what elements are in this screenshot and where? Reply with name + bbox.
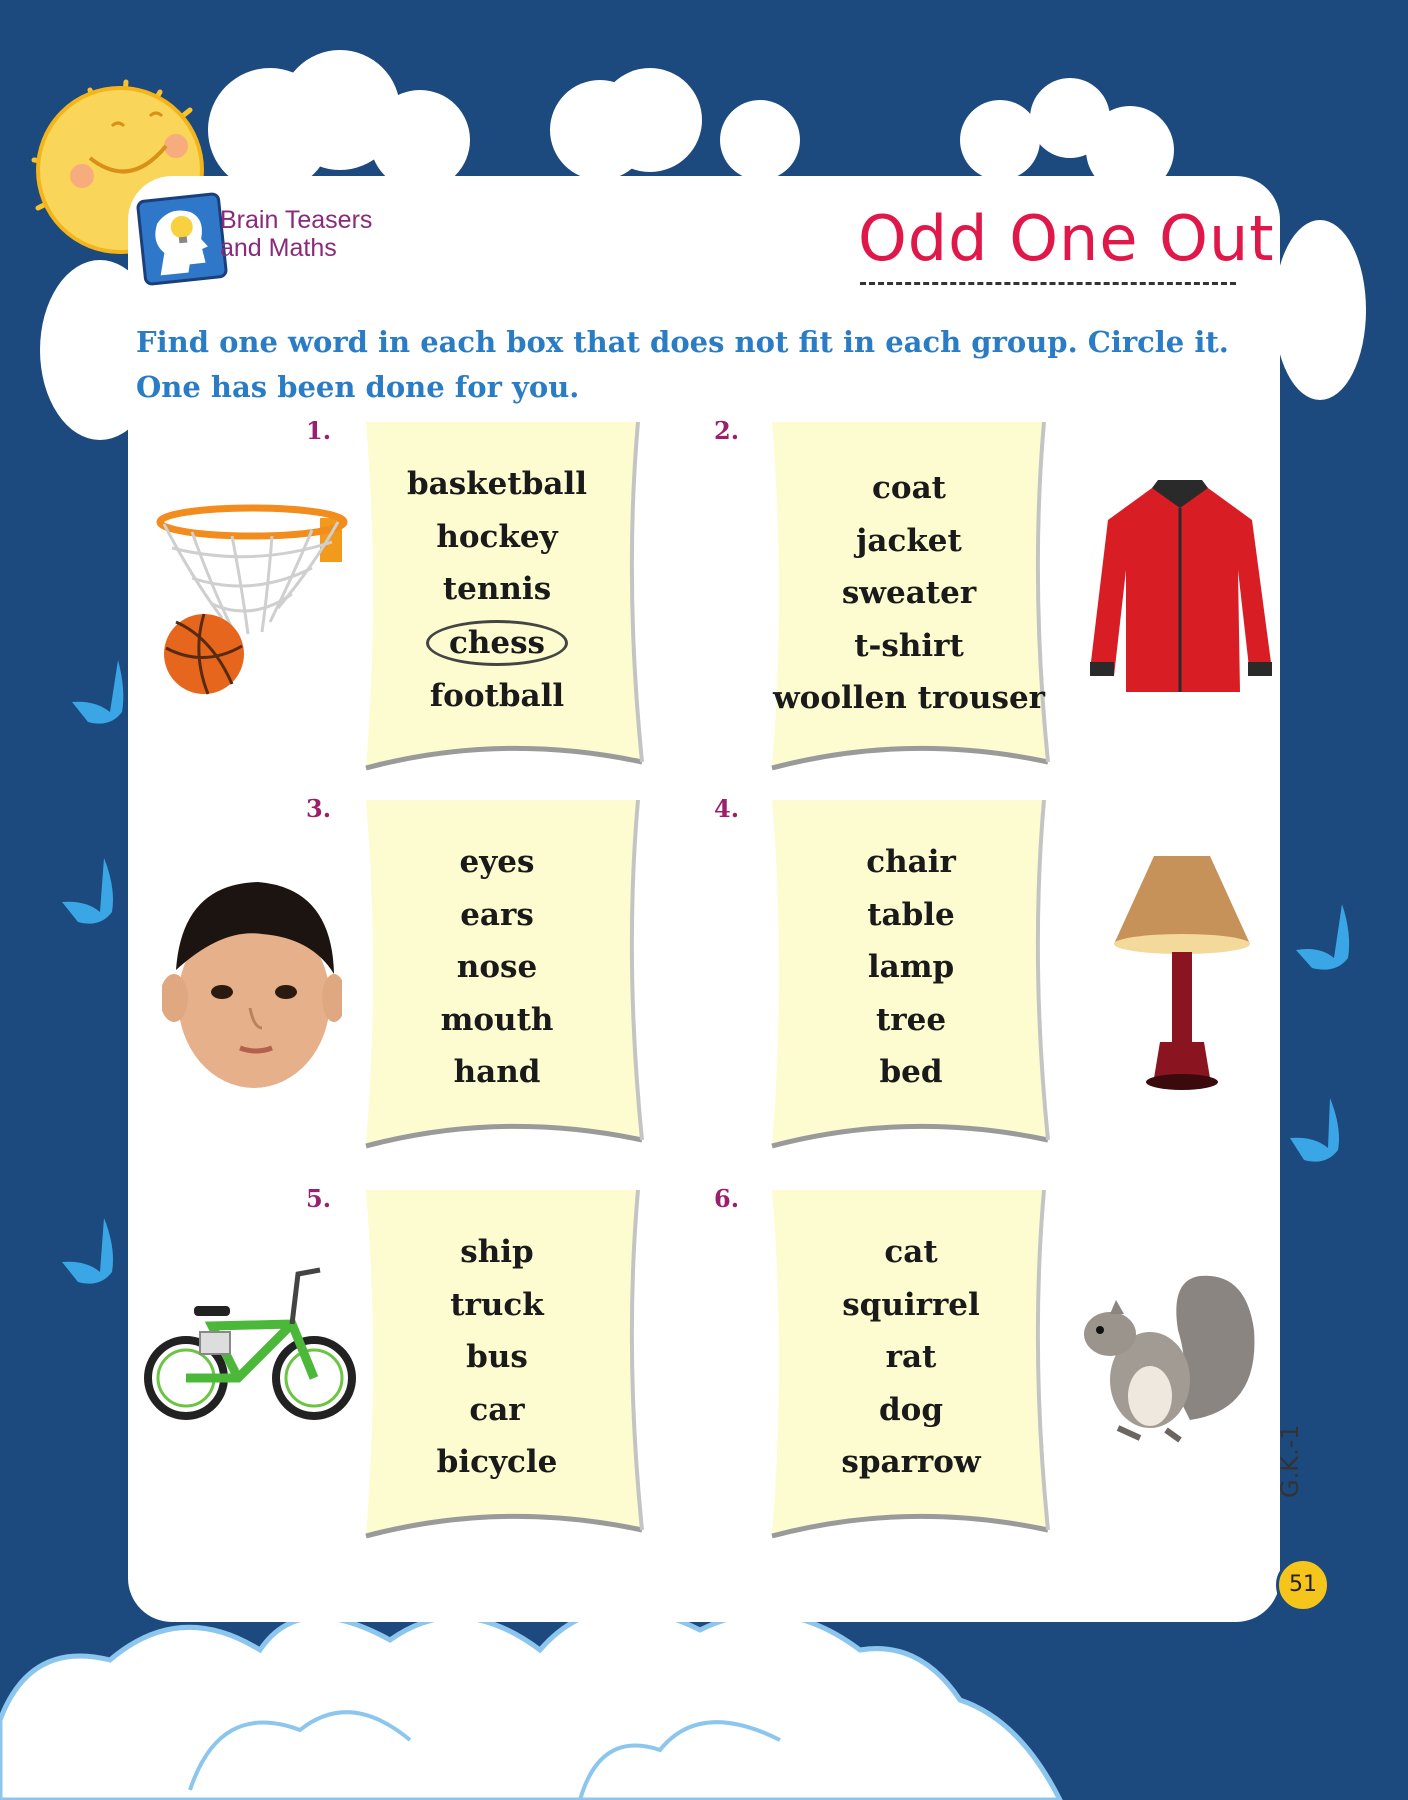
word-item[interactable]: squirrel xyxy=(768,1279,1054,1332)
word-item[interactable]: bed xyxy=(768,1046,1054,1099)
bottom-clouds xyxy=(0,1606,1063,1800)
series-label: G.K.-1 xyxy=(1276,1424,1304,1498)
word-item[interactable]: lamp xyxy=(768,941,1054,994)
box-number: 6. xyxy=(714,1184,740,1213)
word-item[interactable]: hand xyxy=(362,1046,632,1099)
word-item[interactable]: ship xyxy=(362,1226,632,1279)
squirrel-icon xyxy=(1084,1275,1255,1443)
word-item[interactable]: table xyxy=(768,889,1054,942)
word-list: eyes ears nose mouth hand xyxy=(362,836,632,1099)
brain-teasers-logo xyxy=(135,191,229,287)
word-item[interactable]: truck xyxy=(362,1279,632,1332)
word-item[interactable]: rat xyxy=(768,1331,1054,1384)
head-bulb-icon xyxy=(155,210,208,276)
page-title: Odd One Out xyxy=(858,202,1275,275)
word-item[interactable]: football xyxy=(362,670,632,723)
bicycle-icon xyxy=(144,1267,356,1420)
word-box-3: eyes ears nose mouth hand xyxy=(362,800,658,1152)
word-item[interactable]: t-shirt xyxy=(768,620,1050,673)
word-item[interactable]: hockey xyxy=(362,511,632,564)
word-item[interactable]: bus xyxy=(362,1331,632,1384)
box-number: 4. xyxy=(714,794,740,823)
badge-text: Brain Teasers and Maths xyxy=(220,206,373,262)
word-item[interactable]: bicycle xyxy=(362,1436,632,1489)
circled-word[interactable]: chess xyxy=(425,619,569,666)
basketball-hoop-icon xyxy=(156,504,348,695)
box-number: 3. xyxy=(306,794,332,823)
word-box-5: ship truck bus car bicycle xyxy=(362,1190,658,1542)
box-number: 5. xyxy=(306,1184,332,1213)
title-underline xyxy=(860,282,1236,285)
word-item[interactable]: chair xyxy=(768,836,1054,889)
word-box-1: basketball hockey tennis chess football xyxy=(362,422,658,774)
word-item[interactable]: cat xyxy=(768,1226,1054,1279)
word-box-2: coat jacket sweater t-shirt woollen trou… xyxy=(768,422,1064,774)
word-box-4: chair table lamp tree bed xyxy=(768,800,1064,1152)
child-face-icon xyxy=(162,882,342,1088)
word-item[interactable]: car xyxy=(362,1384,632,1437)
word-item[interactable]: sweater xyxy=(768,567,1050,620)
word-item[interactable]: tennis xyxy=(362,563,632,616)
word-item[interactable]: eyes xyxy=(362,836,632,889)
word-item[interactable]: tree xyxy=(768,994,1054,1047)
page-number: 51 xyxy=(1276,1558,1330,1612)
red-jacket-icon xyxy=(1090,480,1272,692)
word-list: ship truck bus car bicycle xyxy=(362,1226,632,1489)
word-list: cat squirrel rat dog sparrow xyxy=(768,1226,1054,1489)
word-box-6: cat squirrel rat dog sparrow xyxy=(768,1190,1064,1542)
box-number: 1. xyxy=(306,416,332,445)
word-item[interactable]: mouth xyxy=(362,994,632,1047)
word-list: chair table lamp tree bed xyxy=(768,836,1054,1099)
word-item[interactable]: nose xyxy=(362,941,632,994)
box-number: 2. xyxy=(714,416,740,445)
word-item[interactable]: sparrow xyxy=(768,1436,1054,1489)
word-list: basketball hockey tennis chess football xyxy=(362,458,632,722)
word-item[interactable]: basketball xyxy=(362,458,632,511)
word-item[interactable]: coat xyxy=(768,462,1050,515)
instructions-text: Find one word in each box that does not … xyxy=(136,325,1229,404)
table-lamp-icon xyxy=(1114,856,1250,1090)
word-item[interactable]: ears xyxy=(362,889,632,942)
word-list: coat jacket sweater t-shirt woollen trou… xyxy=(768,462,1050,725)
word-item[interactable]: dog xyxy=(768,1384,1054,1437)
word-item[interactable]: woollen trouser xyxy=(768,672,1050,725)
word-item[interactable]: jacket xyxy=(768,515,1050,568)
